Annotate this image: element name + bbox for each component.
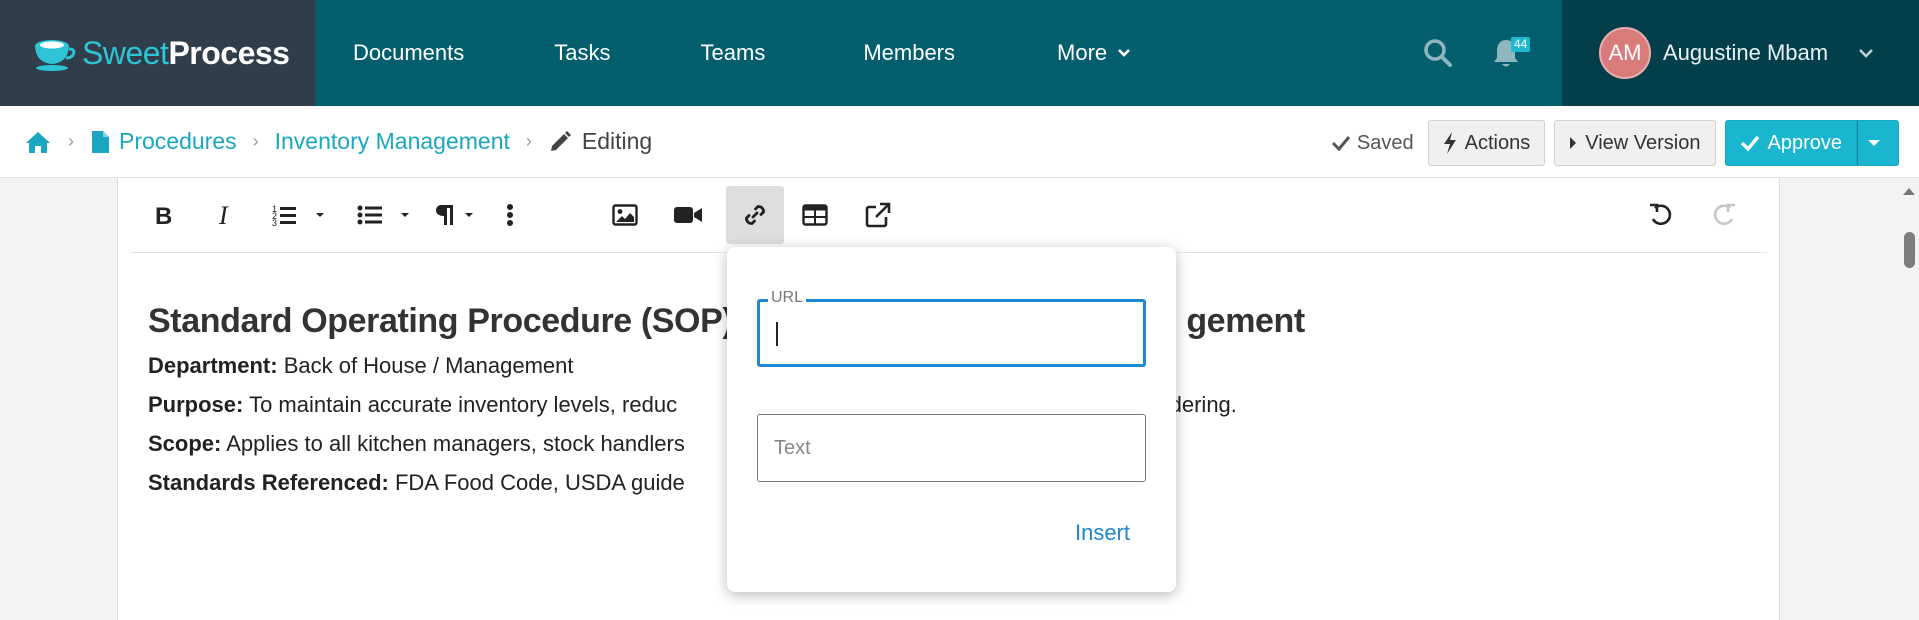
unordered-list-button[interactable] [351, 186, 417, 244]
breadcrumb-current: Editing [548, 128, 652, 155]
nav-more[interactable]: More [1057, 0, 1131, 106]
actions-button[interactable]: Actions [1427, 120, 1546, 166]
breadcrumb-inventory-management[interactable]: Inventory Management [275, 128, 510, 155]
breadcrumb: › Procedures › Inventory Management › Ed… [0, 128, 652, 155]
paragraph-format-button[interactable] [431, 186, 481, 244]
top-navigation: SweetProcess Documents Tasks Teams Membe… [0, 0, 1919, 106]
link-text-field[interactable] [757, 414, 1146, 482]
table-icon [802, 204, 828, 226]
notification-count-badge: 44 [1511, 37, 1531, 52]
editor-toolbar: B I 1 2 3 [131, 178, 1767, 253]
undo-button[interactable] [1641, 186, 1681, 244]
pencil-icon [550, 130, 571, 151]
chevron-right-icon: › [252, 131, 259, 151]
actions-label: Actions [1464, 131, 1531, 154]
avatar: AM [1599, 27, 1651, 79]
image-icon [612, 204, 638, 226]
url-input[interactable] [760, 302, 1143, 364]
breadcrumb-bar: › Procedures › Inventory Management › Ed… [0, 106, 1919, 178]
bold-icon: B [155, 203, 172, 227]
breadcrumb-procedures[interactable]: Procedures [119, 128, 237, 155]
search-icon [1424, 39, 1452, 67]
brand-logo[interactable]: SweetProcess [0, 0, 315, 106]
breadcrumb-current-label: Editing [581, 128, 653, 154]
bolt-icon [1443, 132, 1456, 154]
more-options-button[interactable] [495, 186, 525, 244]
view-version-label: View Version [1585, 131, 1701, 154]
text-cursor [776, 322, 778, 346]
user-name: Augustine Mbam [1663, 40, 1829, 65]
insert-video-button[interactable] [668, 186, 708, 244]
view-version-button[interactable]: View Version [1554, 120, 1716, 166]
ordered-list-icon: 1 2 3 [272, 204, 324, 227]
saved-label: Saved [1356, 131, 1414, 154]
unordered-list-icon [357, 205, 409, 225]
check-icon [1331, 136, 1351, 152]
chevron-down-icon [1859, 49, 1874, 58]
insert-image-button[interactable] [605, 186, 645, 244]
approve-dropdown-button[interactable] [1857, 120, 1899, 166]
link-icon [745, 205, 765, 225]
scroll-up-arrow-icon[interactable] [1902, 186, 1916, 196]
approve-label: Approve [1767, 131, 1843, 154]
nav-documents[interactable]: Documents [353, 0, 464, 106]
url-field[interactable]: URL [757, 289, 1146, 367]
brand-name: SweetProcess [82, 34, 290, 71]
insert-link-popup: URL Insert [727, 247, 1176, 592]
saved-status: Saved [1331, 132, 1414, 155]
ordered-list-button[interactable]: 1 2 3 [266, 186, 332, 244]
external-link-icon [865, 202, 891, 228]
svg-text:3: 3 [272, 218, 277, 227]
user-menu[interactable]: AM Augustine Mbam [1562, 0, 1919, 106]
more-vertical-icon [507, 204, 513, 226]
search-button[interactable] [1408, 0, 1468, 106]
svg-text:B: B [155, 203, 172, 227]
undo-icon [1650, 203, 1672, 226]
approve-button[interactable]: Approve [1724, 120, 1857, 166]
paragraph-icon [436, 205, 473, 225]
nav-teams[interactable]: Teams [701, 0, 766, 106]
check-icon [1740, 135, 1759, 152]
home-icon[interactable] [24, 130, 52, 154]
teacup-logo-icon [35, 40, 76, 71]
italic-button[interactable]: I [205, 186, 245, 244]
scrollbar-thumb[interactable] [1904, 232, 1915, 268]
insert-table-button[interactable] [795, 186, 835, 244]
insert-link-button[interactable] [726, 186, 784, 244]
video-icon [674, 207, 702, 223]
open-link-button[interactable] [858, 186, 898, 244]
redo-button[interactable] [1704, 186, 1744, 244]
nav-tasks[interactable]: Tasks [554, 0, 610, 106]
caret-right-icon [1570, 137, 1577, 149]
nav-members[interactable]: Members [863, 0, 955, 106]
caret-down-icon [1868, 140, 1880, 146]
document-icon [92, 130, 109, 153]
chevron-right-icon: › [525, 131, 532, 151]
insert-button[interactable]: Insert [1075, 520, 1130, 546]
link-text-input[interactable] [758, 415, 1145, 481]
svg-text:I: I [218, 203, 229, 227]
italic-icon: I [218, 203, 229, 227]
bold-button[interactable]: B [143, 186, 183, 244]
notifications-button[interactable]: 44 [1476, 0, 1536, 106]
nav-more-label: More [1057, 40, 1108, 65]
url-field-label: URL [768, 289, 807, 307]
chevron-down-icon [1118, 49, 1131, 57]
redo-icon [1713, 203, 1735, 226]
chevron-right-icon: › [68, 131, 74, 151]
